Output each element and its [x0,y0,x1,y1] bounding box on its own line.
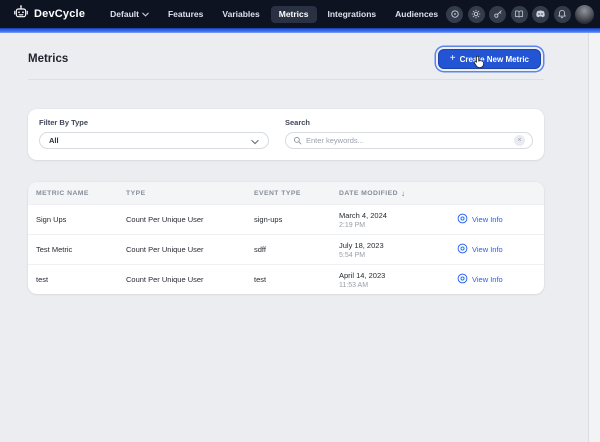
chevron-down-icon [142,9,149,19]
key-icon[interactable] [489,6,506,23]
create-new-metric-button[interactable]: + Create New Metric [438,49,541,69]
brand-name: DevCycle [34,8,85,20]
primary-nav: Default Features Variables Metrics Integ… [102,6,446,23]
date-modified: March 4, 2024 2:19 PM [339,211,457,229]
plus-icon: + [450,54,456,64]
vertical-scrollbar[interactable] [588,33,600,442]
nav-item-metrics[interactable]: Metrics [271,6,317,23]
devcycle-brand[interactable]: DevCycle [13,4,85,25]
metric-name: Sign Ups [36,215,126,224]
metric-name: Test Metric [36,245,126,254]
book-icon[interactable] [511,6,528,23]
chevron-down-icon [251,132,259,150]
top-navbar: DevCycle Default Features Variables Metr… [0,0,600,28]
table-row: Test Metric Count Per Unique User sdff J… [28,234,544,264]
filter-by-type-label: Filter By Type [39,118,269,127]
metrics-table: METRIC NAME TYPE EVENT TYPE DATE MODIFIE… [28,182,544,294]
gear-icon[interactable] [468,6,485,23]
search-icon [293,132,302,150]
event-type: sdff [254,245,339,254]
nav-item-integrations[interactable]: Integrations [320,6,385,23]
eye-icon [457,243,468,256]
date-modified: April 14, 2023 11:53 AM [339,271,457,289]
close-icon: × [517,137,521,144]
nav-item-audiences[interactable]: Audiences [387,6,446,23]
eye-icon [457,213,468,226]
page-header: Metrics + Create New Metric [28,33,544,69]
type-filter-select[interactable]: All [39,132,269,149]
devcycle-robot-logo-icon [13,4,29,25]
nav-item-variables[interactable]: Variables [214,6,267,23]
search-input[interactable] [306,136,510,145]
discord-icon[interactable] [532,6,549,23]
column-header-metric-name[interactable]: METRIC NAME [36,190,126,197]
navbar-actions [446,5,594,24]
column-header-date-modified[interactable]: DATE MODIFIED ↓ [339,189,457,198]
event-type: sign-ups [254,215,339,224]
view-info-link[interactable]: View Info [457,273,544,286]
search-box: × [285,132,533,149]
metric-type: Count Per Unique User [126,215,254,224]
filter-card: Filter By Type All Search [28,109,544,160]
page-title: Metrics [28,53,68,65]
nav-item-features[interactable]: Features [160,6,211,23]
column-header-type[interactable]: TYPE [126,190,254,197]
metric-name: test [36,275,126,284]
event-type: test [254,275,339,284]
type-filter-value: All [49,136,59,145]
user-avatar[interactable] [575,5,594,24]
main-content: Metrics + Create New Metric Filter By Ty… [28,33,544,294]
header-divider [28,79,544,80]
table-row: test Count Per Unique User test April 14… [28,264,544,294]
bell-icon[interactable] [554,6,571,23]
target-icon[interactable] [446,6,463,23]
column-header-event-type[interactable]: EVENT TYPE [254,190,339,197]
clear-search-button[interactable]: × [514,135,525,146]
search-field: Search × [285,118,533,149]
eye-icon [457,273,468,286]
table-row: Sign Ups Count Per Unique User sign-ups … [28,204,544,234]
search-label: Search [285,118,533,127]
nav-item-default[interactable]: Default [102,6,157,23]
view-info-link[interactable]: View Info [457,243,544,256]
metric-type: Count Per Unique User [126,275,254,284]
metric-type: Count Per Unique User [126,245,254,254]
date-modified: July 18, 2023 5:54 PM [339,241,457,259]
sort-desc-icon: ↓ [401,189,405,198]
create-new-metric-label: Create New Metric [460,55,529,64]
app-viewport: DevCycle Default Features Variables Metr… [0,0,600,442]
view-info-link[interactable]: View Info [457,213,544,226]
table-header-row: METRIC NAME TYPE EVENT TYPE DATE MODIFIE… [28,182,544,204]
filter-by-type-field: Filter By Type All [39,118,269,149]
